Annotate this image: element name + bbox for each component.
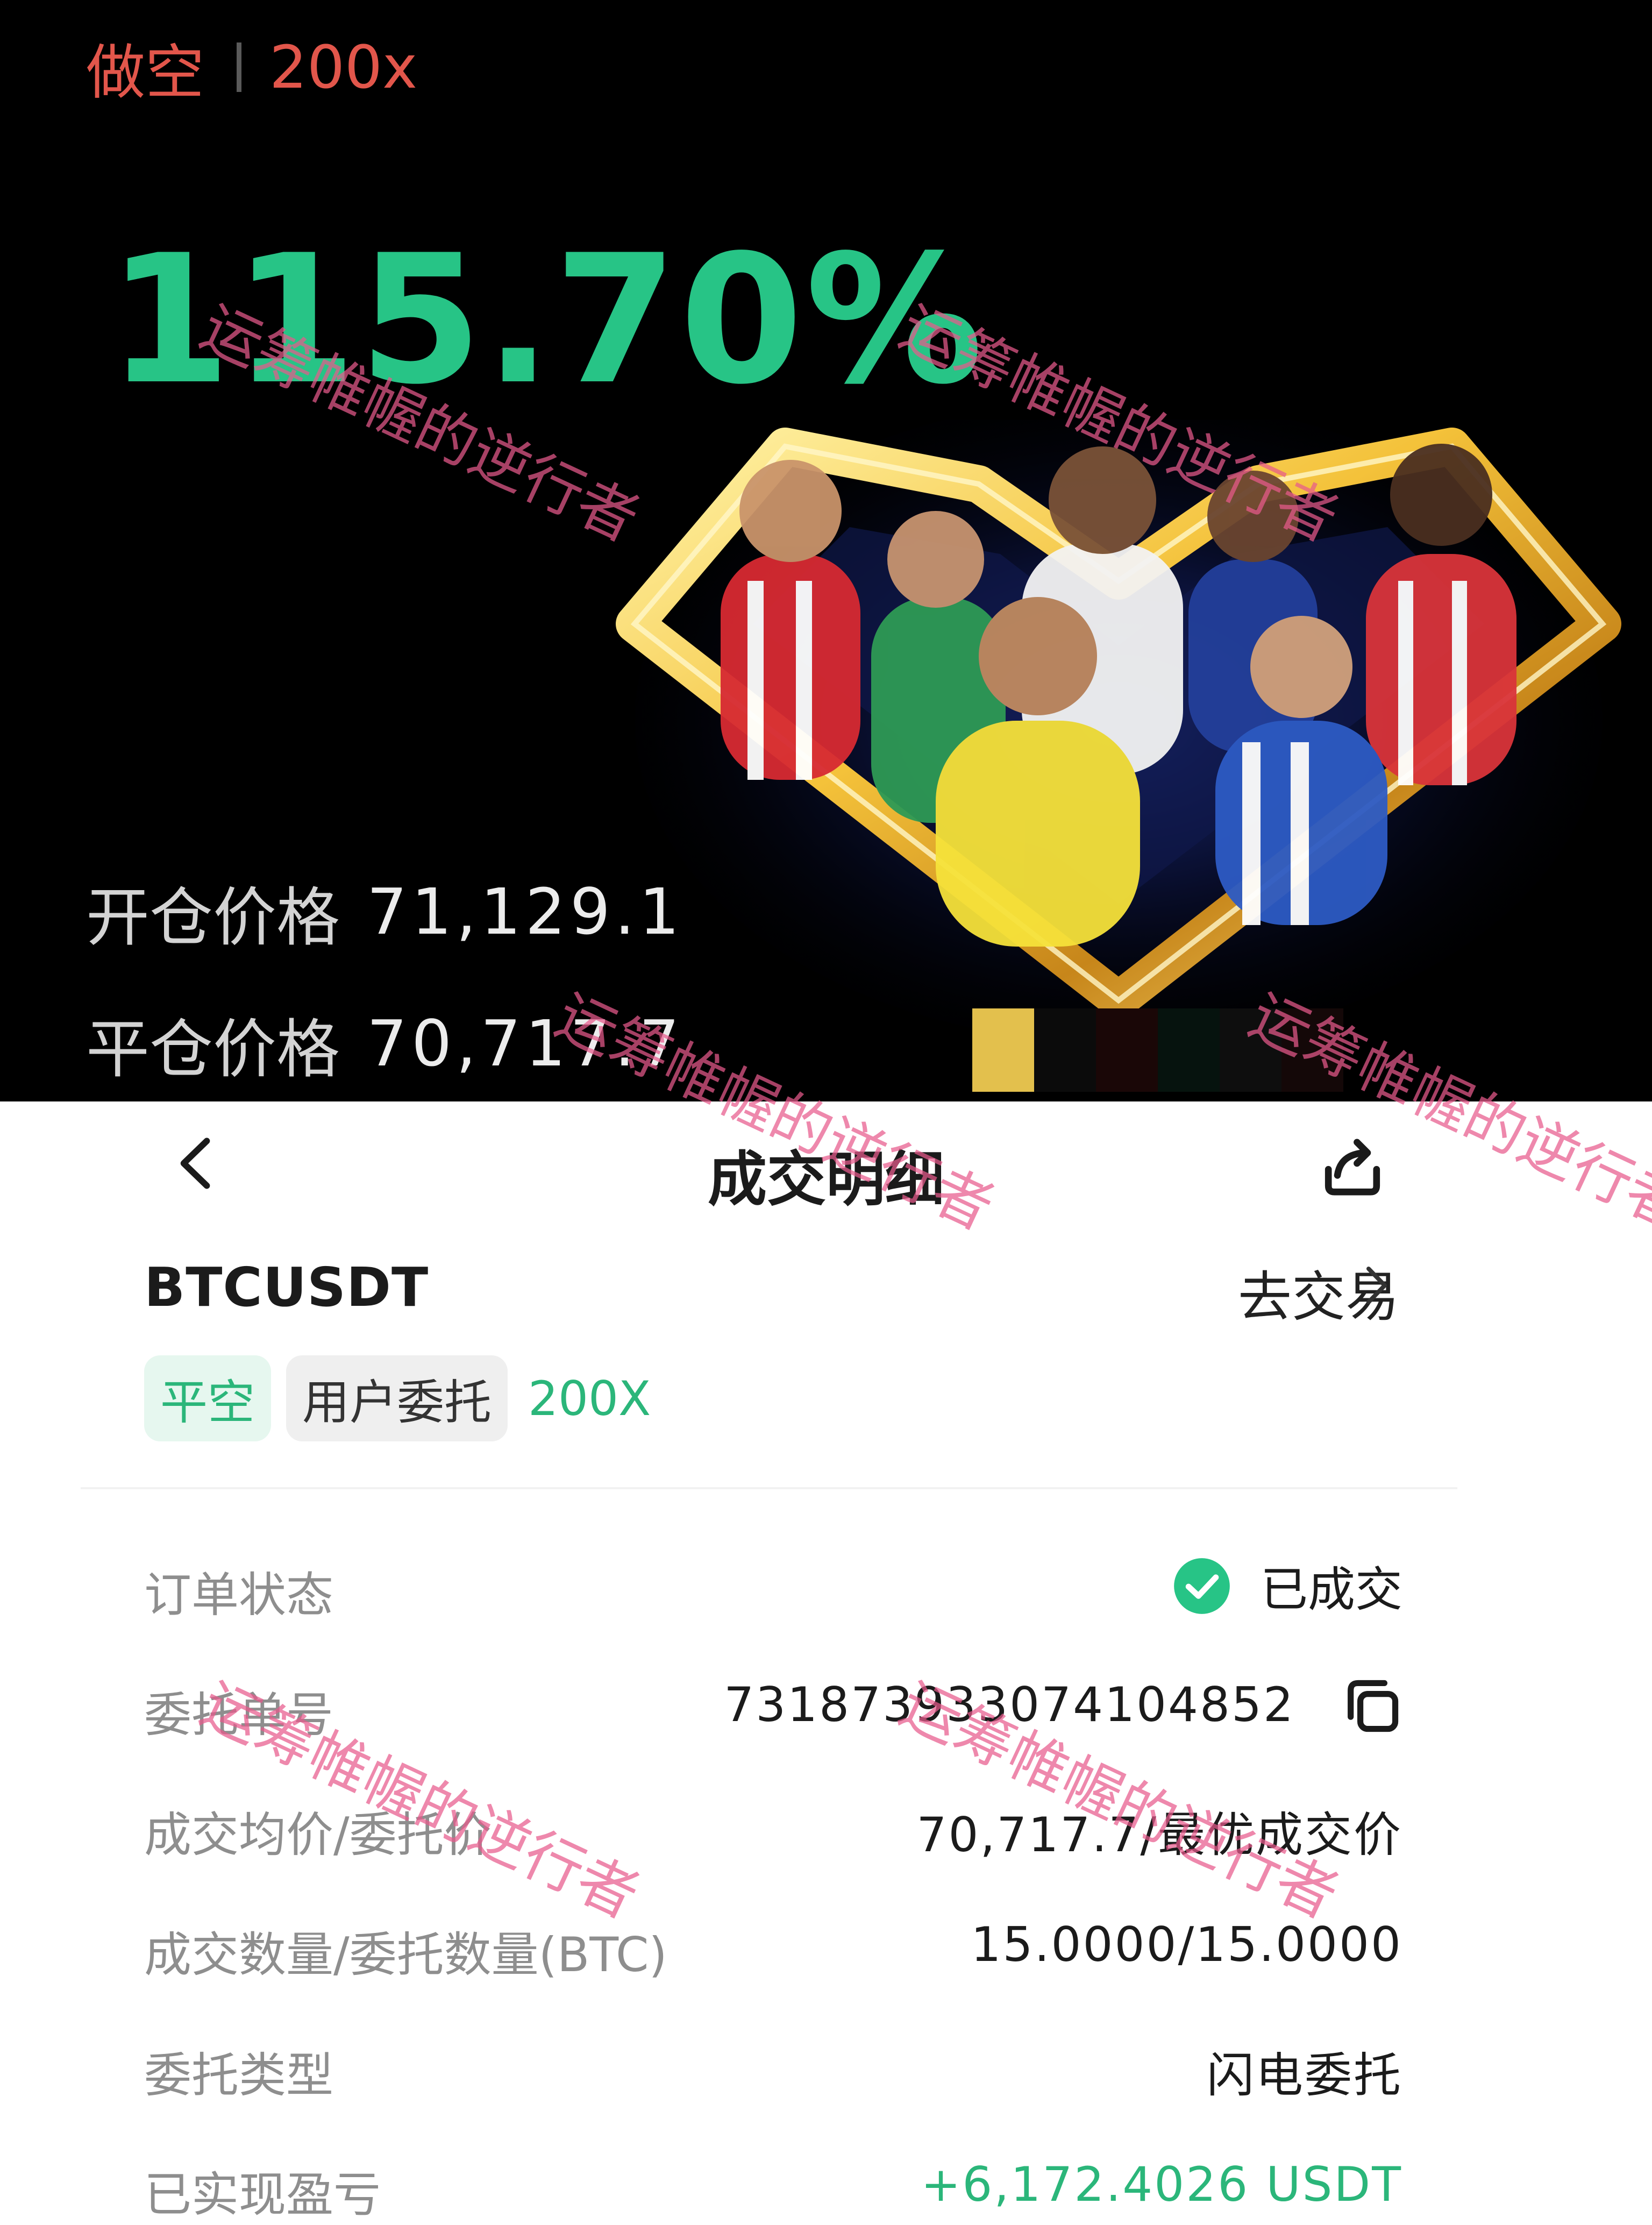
card-color-swatch [1281,1008,1343,1092]
avg-price-label: 成交均价/委托价 [144,1807,492,1863]
card-color-swatch [972,1008,1034,1092]
open-price-value: 71,129.1 [367,875,684,949]
chevron-right-icon[interactable] [1358,1261,1395,1310]
realized-pnl-label: 已实现盈亏 [144,2167,381,2222]
copy-icon[interactable] [1342,1676,1402,1736]
order-type-label: 委托类型 [144,2048,334,2103]
order-status-row: 订单状态 已成交 [144,1546,1402,1623]
quantity-label: 成交数量/委托数量(BTC) [144,1927,667,1982]
promo-diamond-artwork [616,420,1621,1043]
share-icon[interactable] [1315,1126,1390,1201]
close-short-tag: 平空 [144,1355,272,1441]
card-color-swatch [1034,1008,1096,1092]
status-text: 已成交 [1260,1562,1402,1617]
nav-bar: 成交明细 [0,1101,1652,1225]
realized-pnl-value: +6,172.4026 USDT [921,2157,1402,2212]
side-separator [237,42,241,92]
page-title: 成交明细 [708,1145,944,1214]
close-price-label: 平仓价格 [86,1012,340,1086]
close-price-row: 平仓价格 70,717.7 [86,1003,684,1086]
quantity-row: 成交数量/委托数量(BTC) 15.0000/15.0000 [144,1906,1402,1982]
leverage-text: 200x [269,33,418,102]
card-color-swatch [1158,1008,1220,1092]
pnl-share-card: 做空 200x 115.70% 开仓价格 71,129.1 平仓价格 70,71… [0,0,1652,1101]
open-price-label: 开仓价格 [86,880,340,955]
avg-price-value: 70,717.7/最优成交价 [916,1807,1402,1863]
quantity-value: 15.0000/15.0000 [971,1917,1402,1972]
order-status-label: 订单状态 [144,1567,334,1623]
position-side-label: 做空 200x [86,30,418,107]
close-price-value: 70,717.7 [367,1006,684,1080]
user-order-tag: 用户委托 [286,1355,508,1441]
order-id-row: 委托单号 731873933074104852 [144,1666,1402,1743]
order-tags: 平空 用户委托 200X [144,1355,651,1441]
leverage-tag: 200X [528,1370,651,1426]
order-type-value: 闪电委托 [1206,2048,1402,2103]
open-price-row: 开仓价格 71,129.1 [86,871,684,955]
section-divider [81,1487,1457,1489]
realized-pnl-row: 已实现盈亏 +6,172.4026 USDT [144,2146,1402,2222]
roe-percentage: 115.70% [108,217,986,423]
card-color-swatch [1096,1008,1158,1092]
order-id-label: 委托单号 [144,1687,334,1743]
order-type-row: 委托类型 闪电委托 [144,2027,1402,2103]
check-circle-icon [1174,1558,1230,1614]
avg-price-row: 成交均价/委托价 70,717.7/最优成交价 [144,1786,1402,1863]
order-id-value: 731873933074104852 [724,1677,1295,1732]
trading-pair-symbol: BTCUSDT [144,1256,429,1319]
card-color-swatch [1220,1008,1281,1092]
order-status-value: 已成交 [1173,1552,1402,1620]
side-text: 做空 [86,38,204,107]
